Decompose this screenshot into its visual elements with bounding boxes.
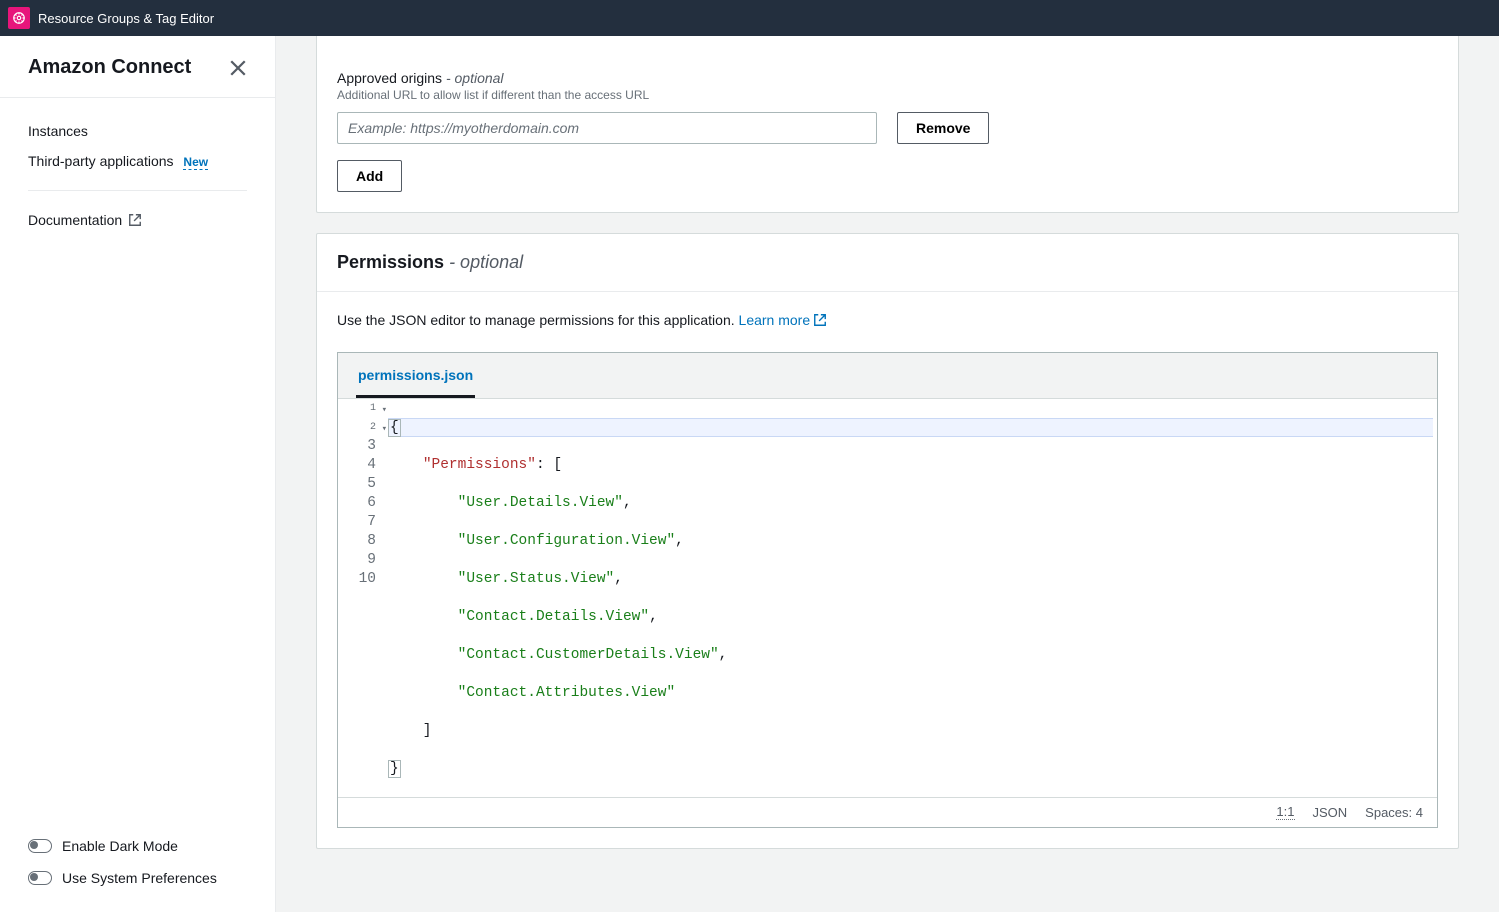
learn-more-link[interactable]: Learn more xyxy=(739,312,828,328)
external-link-icon xyxy=(813,313,827,330)
code-l9: ] xyxy=(388,723,432,739)
sidebar-item-instances[interactable]: Instances xyxy=(28,116,247,146)
approved-origins-title-text: Approved origins xyxy=(337,70,442,86)
optional-suffix: - optional xyxy=(444,252,523,272)
origin-input-row: Remove xyxy=(337,112,1438,144)
sidebar-footer: Enable Dark Mode Use System Preferences xyxy=(0,812,275,912)
system-prefs-label: Use System Preferences xyxy=(62,870,217,886)
dark-mode-label: Enable Dark Mode xyxy=(62,838,178,854)
permissions-desc: Use the JSON editor to manage permission… xyxy=(337,312,1438,330)
code-l2-rest: : [ xyxy=(536,457,562,473)
content: Approved origins - optional Additional U… xyxy=(276,36,1499,912)
code-l1: { xyxy=(388,419,401,437)
origin-url-input[interactable] xyxy=(337,112,877,144)
permissions-header: Permissions - optional xyxy=(317,234,1458,292)
dark-mode-row: Enable Dark Mode xyxy=(28,830,247,862)
system-prefs-toggle[interactable] xyxy=(28,871,52,885)
sidebar-item-label: Documentation xyxy=(28,212,122,228)
permissions-title: Permissions xyxy=(337,252,444,272)
optional-suffix: - optional xyxy=(442,70,503,86)
sidebar-header: Amazon Connect xyxy=(0,36,275,98)
editor-body[interactable]: 1 2 3 4 5 6 7 8 9 10 { "Permissions": [ xyxy=(338,399,1437,797)
learn-more-text: Learn more xyxy=(739,312,811,328)
code-l10: } xyxy=(388,760,401,778)
external-link-icon xyxy=(128,213,142,227)
close-icon[interactable] xyxy=(229,59,247,77)
editor-tabs: permissions.json xyxy=(338,353,1437,399)
code-l4: "User.Configuration.View" xyxy=(458,533,676,549)
dark-mode-toggle[interactable] xyxy=(28,839,52,853)
editor-code[interactable]: { "Permissions": [ "User.Details.View", … xyxy=(384,399,1437,797)
approved-origins-panel: Approved origins - optional Additional U… xyxy=(316,36,1459,213)
remove-button[interactable]: Remove xyxy=(897,112,989,144)
resource-groups-icon xyxy=(12,11,26,25)
permissions-desc-text: Use the JSON editor to manage permission… xyxy=(337,312,739,328)
sidebar-item-third-party[interactable]: Third-party applications New xyxy=(28,146,247,176)
permissions-panel: Permissions - optional Use the JSON edit… xyxy=(316,233,1459,849)
add-button[interactable]: Add xyxy=(337,160,402,192)
code-l6: "Contact.Details.View" xyxy=(458,609,649,625)
editor-tab-permissions[interactable]: permissions.json xyxy=(356,353,475,398)
system-prefs-row: Use System Preferences xyxy=(28,862,247,894)
approved-origins-desc: Additional URL to allow list if differen… xyxy=(337,88,1438,102)
code-l5: "User.Status.View" xyxy=(458,571,615,587)
sidebar-title: Amazon Connect xyxy=(28,56,191,79)
approved-origins-title: Approved origins - optional xyxy=(337,70,1438,86)
topbar: Resource Groups & Tag Editor xyxy=(0,0,1499,36)
code-l8: "Contact.Attributes.View" xyxy=(458,685,676,701)
sidebar: Amazon Connect Instances Third-party app… xyxy=(0,36,276,912)
sidebar-item-label: Third-party applications xyxy=(28,153,174,169)
service-name[interactable]: Resource Groups & Tag Editor xyxy=(38,11,214,26)
json-editor: permissions.json 1 2 3 4 5 6 7 8 9 xyxy=(337,352,1438,828)
new-badge: New xyxy=(183,155,208,170)
editor-gutter: 1 2 3 4 5 6 7 8 9 10 xyxy=(338,399,384,797)
code-l7: "Contact.CustomerDetails.View" xyxy=(458,647,719,663)
sidebar-item-documentation[interactable]: Documentation xyxy=(28,205,247,235)
code-l2-key: "Permissions" xyxy=(423,457,536,473)
sidebar-divider xyxy=(28,190,247,191)
service-icon xyxy=(8,7,30,29)
code-l3: "User.Details.View" xyxy=(458,495,623,511)
sidebar-nav: Instances Third-party applications New D… xyxy=(0,98,275,812)
